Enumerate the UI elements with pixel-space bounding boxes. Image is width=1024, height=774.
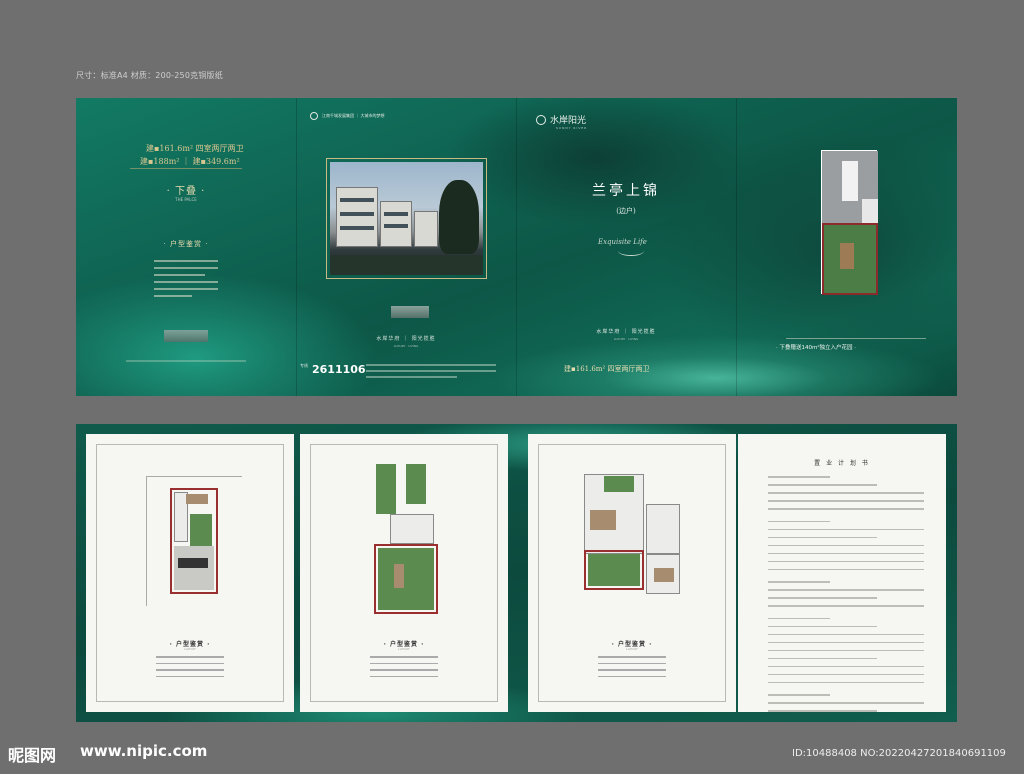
- page-subtitle: LAYOUT: [184, 647, 196, 651]
- cover-panel: 建▪161.6m² 四室两厅两卫 建▪188m² ｜ 建▪349.6m² · 下…: [76, 98, 296, 396]
- tree-graphic: [439, 180, 479, 254]
- swish-ornament: [618, 246, 644, 256]
- photo-panel: 江南千城发展集团 ｜ 大城市的梦想 水岸华府 ｜ 阳光揽胜 LUXURY · L…: [296, 98, 516, 396]
- slogan: 水岸华府 ｜ 阳光揽胜: [596, 329, 656, 335]
- project-logo: 水岸阳光: [536, 113, 586, 126]
- page-description: [370, 656, 438, 682]
- garden-caption: · 下叠赠送140m²独立入户花园 ·: [776, 345, 857, 351]
- site-logo: 昵图网: [8, 746, 57, 765]
- hotline-number: 2611106: [312, 363, 366, 376]
- product-subtitle: (边户): [616, 207, 636, 215]
- page-description: [598, 656, 666, 682]
- hotline-label: 专线: [300, 363, 308, 368]
- logo-circle-icon: [310, 112, 318, 120]
- project-logo-subtitle: SUNNY RIVER: [556, 126, 588, 130]
- image-id-label: ID:10488408 NO:20220427201840691109: [792, 748, 1006, 759]
- product-title: 兰亭上锦: [592, 183, 660, 199]
- footer-fine-print: [126, 360, 246, 362]
- page-subtitle: LAYOUT: [626, 647, 638, 651]
- cover-copy-text: [154, 260, 218, 302]
- divider: [786, 338, 926, 339]
- layout-title: · 户型鉴赏 ·: [163, 240, 209, 248]
- garden-panel: · 下叠赠送140m²独立入户花园 ·: [736, 98, 956, 396]
- house-type-title: · 下叠 ·: [166, 186, 206, 197]
- brochure-outside-spread: 建▪161.6m² 四室两厅两卫 建▪188m² ｜ 建▪349.6m² · 下…: [76, 98, 957, 396]
- title-panel: 水岸阳光 SUNNY RIVER 兰亭上锦 (边户) Exquisite Lif…: [516, 98, 736, 396]
- page-subtitle: LAYOUT: [398, 647, 410, 651]
- divider: [130, 168, 242, 169]
- floor-plan-page-1: · 户型鉴赏 · LAYOUT: [86, 434, 294, 712]
- size-line-1: 建▪161.6m² 四室两厅两卫: [146, 144, 244, 153]
- slogan-subtitle: LUXURY · LIVING: [393, 344, 419, 348]
- brochure-inside-spread: · 户型鉴赏 · LAYOUT · 户型鉴赏 · LAYOUT · 户型鉴赏 ·…: [76, 424, 957, 722]
- floor-plan-page-3: · 户型鉴赏 · LAYOUT: [528, 434, 736, 712]
- logo-circle-icon: [536, 114, 546, 125]
- form-fields: [768, 476, 924, 718]
- floor-plan-drawing: [580, 474, 690, 604]
- building-rendering-photo: [330, 162, 483, 275]
- site-url: www.nipic.com: [80, 742, 208, 760]
- size-line-2: 建▪188m² ｜ 建▪349.6m²: [140, 157, 240, 166]
- dimension-lines: [146, 476, 242, 606]
- floor-plan-drawing: [372, 464, 442, 614]
- building-thumbnail: [391, 306, 429, 318]
- building-thumbnail: [164, 330, 208, 342]
- unit-size: 建▪161.6m² 四室两厅两卫: [564, 365, 650, 373]
- purchase-plan-form-page: 置 业 计 划 书: [738, 434, 946, 712]
- slogan-subtitle: LUXURY · LIVING: [613, 337, 639, 341]
- form-title: 置 业 计 划 书: [814, 460, 870, 467]
- panel-fine-print: [366, 364, 496, 382]
- script-tagline: Exquisite Life: [598, 238, 647, 246]
- house-type-subtitle: THE PALCE: [175, 197, 197, 202]
- page-description: [156, 656, 224, 682]
- slogan: 水岸华府 ｜ 阳光揽胜: [376, 336, 436, 342]
- garden-floor-plan: [821, 150, 878, 295]
- developer-logo: 江南千城发展集团 ｜ 大城市的梦想: [310, 112, 385, 120]
- floor-plan-page-2: · 户型鉴赏 · LAYOUT: [300, 434, 508, 712]
- print-spec-label: 尺寸：标准A4 材质：200-250克铜版纸: [76, 71, 223, 80]
